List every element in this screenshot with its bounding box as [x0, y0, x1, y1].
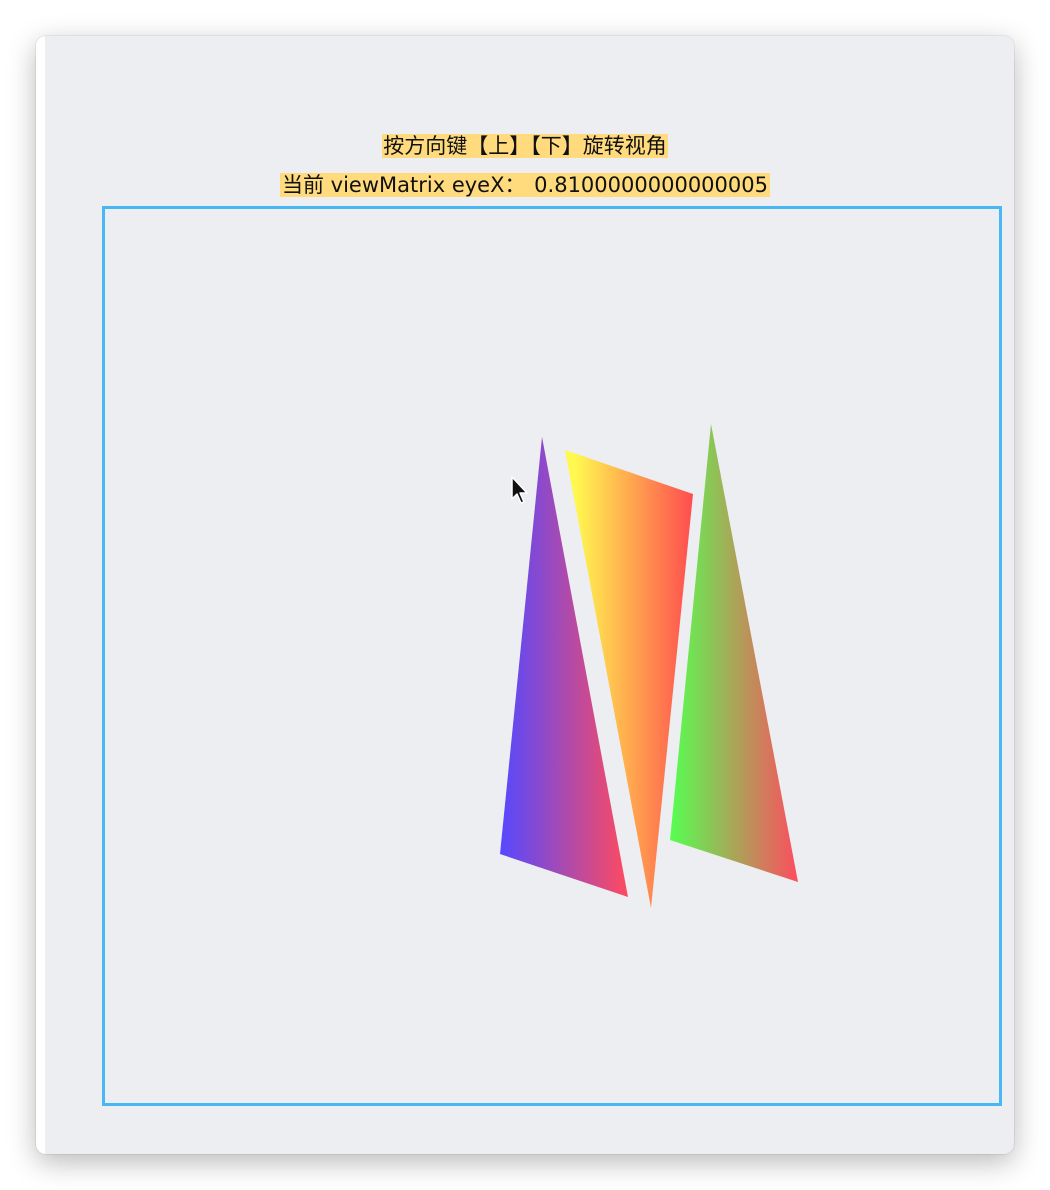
- eye-readout-text: 当前 viewMatrix eyeX： 0.8100000000000005: [280, 173, 770, 197]
- eye-readout-line: 当前 viewMatrix eyeX： 0.8100000000000005: [36, 172, 1014, 199]
- eye-label: 当前 viewMatrix eyeX：: [281, 173, 527, 197]
- app-window: 按方向键【上】【下】旋转视角 当前 viewMatrix eyeX： 0.810…: [36, 36, 1014, 1154]
- instructions-line: 按方向键【上】【下】旋转视角: [36, 133, 1014, 160]
- window-left-edge: [36, 36, 45, 1154]
- instructions-text: 按方向键【上】【下】旋转视角: [382, 134, 668, 158]
- eye-value: 0.8100000000000005: [533, 173, 769, 197]
